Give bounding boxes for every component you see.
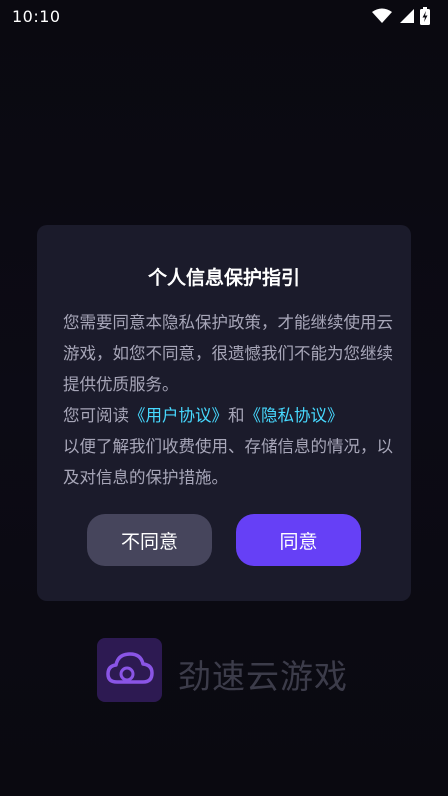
app-screen: 10:10 个人信息保护指引 您需要同意本隐私保护政策，才能继续使用云游戏，如您… [0,0,448,796]
dialog-title: 个人信息保护指引 [147,267,300,289]
dialog-paragraph-2: 您可阅读《用户协议》和《隐私协议》以便了解我们收费使用、存储信息的情况，以及对信… [63,400,393,493]
status-icons [372,7,430,25]
app-logo [97,638,162,702]
disagree-button[interactable]: 不同意 [87,514,212,566]
privacy-policy-link[interactable]: 《隐私协议》 [245,406,344,425]
agree-button[interactable]: 同意 [236,514,361,566]
signal-icon [398,8,414,24]
dialog-paragraph-2-rest: 以便了解我们收费使用、存储信息的情况，以及对信息的保护措施。 [63,437,393,487]
and-text: 和 [228,406,245,425]
dialog-paragraph-1: 您需要同意本隐私保护政策，才能继续使用云游戏，如您不同意，很遗憾我们不能为您继续… [63,313,393,394]
dialog-body: 您需要同意本隐私保护政策，才能继续使用云游戏，如您不同意，很遗憾我们不能为您继续… [63,307,393,493]
cloud-icon [105,650,155,690]
wifi-icon [372,8,392,24]
read-prefix-text: 您可阅读 [63,406,129,425]
status-time: 10:10 [12,6,61,26]
user-agreement-link[interactable]: 《用户协议》 [129,406,228,425]
app-name: 劲速云游戏 [178,657,348,696]
status-bar: 10:10 [0,0,448,32]
battery-charging-icon [420,7,430,25]
